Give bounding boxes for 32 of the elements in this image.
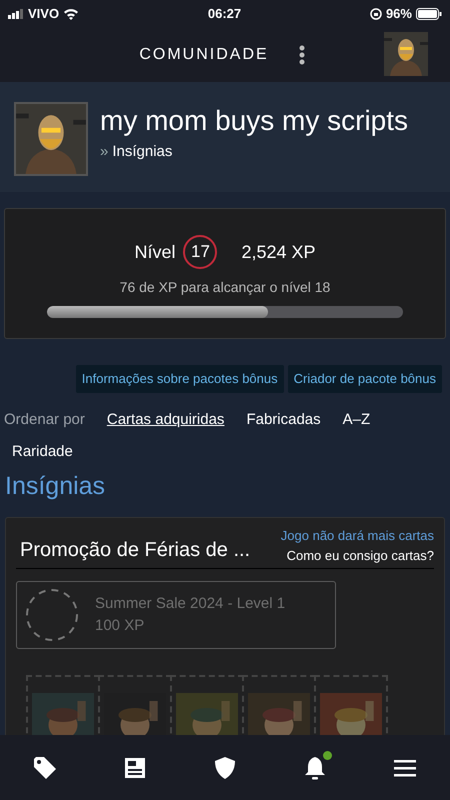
signal-icon <box>8 9 24 19</box>
wifi-icon <box>63 8 80 20</box>
section-heading: Insígnias <box>4 470 106 502</box>
battery-icon <box>416 8 442 20</box>
bonus-pack-button[interactable]: Criador de pacote bônus <box>288 365 442 392</box>
breadcrumb-separator: » <box>100 142 108 162</box>
shield-icon[interactable] <box>212 754 238 780</box>
tag-icon[interactable] <box>32 754 58 780</box>
sort-option[interactable]: Fabricadas <box>246 408 321 431</box>
rotation-lock-icon <box>370 8 382 20</box>
xp-hint: 76 de XP para alcançar o nível 18 <box>118 278 332 297</box>
avatar[interactable] <box>384 32 428 76</box>
profile-name: my mom buys my scripts <box>100 106 408 137</box>
sort-option[interactable]: Raridade <box>12 441 73 464</box>
level-number: 17 <box>183 235 218 269</box>
help-link[interactable]: Como eu consigo cartas? <box>280 546 434 565</box>
sort-option[interactable]: A–Z <box>342 408 370 431</box>
xp-total: 2,524 XP <box>241 240 316 264</box>
badge-title: Promoção de Férias de ... <box>20 538 250 563</box>
badge-level-name: Summer Sale 2024 - Level 1 <box>95 594 286 614</box>
page-title: COMUNIDADE <box>139 45 269 65</box>
carrier-name: VIVO <box>28 5 60 24</box>
level-label: Nível <box>134 240 176 264</box>
clock: 06:27 <box>208 5 242 24</box>
sort-option[interactable]: Cartas adquiridas <box>106 408 224 431</box>
badge-xp: 100 XP <box>95 616 146 636</box>
sort-label: Ordenar por <box>4 410 85 430</box>
bonus-pack-button[interactable]: Informações sobre pacotes bônus <box>76 365 284 392</box>
breadcrumb-link[interactable]: Insígnias <box>112 140 172 164</box>
empty-badge-icon <box>25 588 79 642</box>
battery-percent: 96% <box>386 5 412 24</box>
card-drop-note: Jogo não dará mais cartas <box>280 527 434 545</box>
